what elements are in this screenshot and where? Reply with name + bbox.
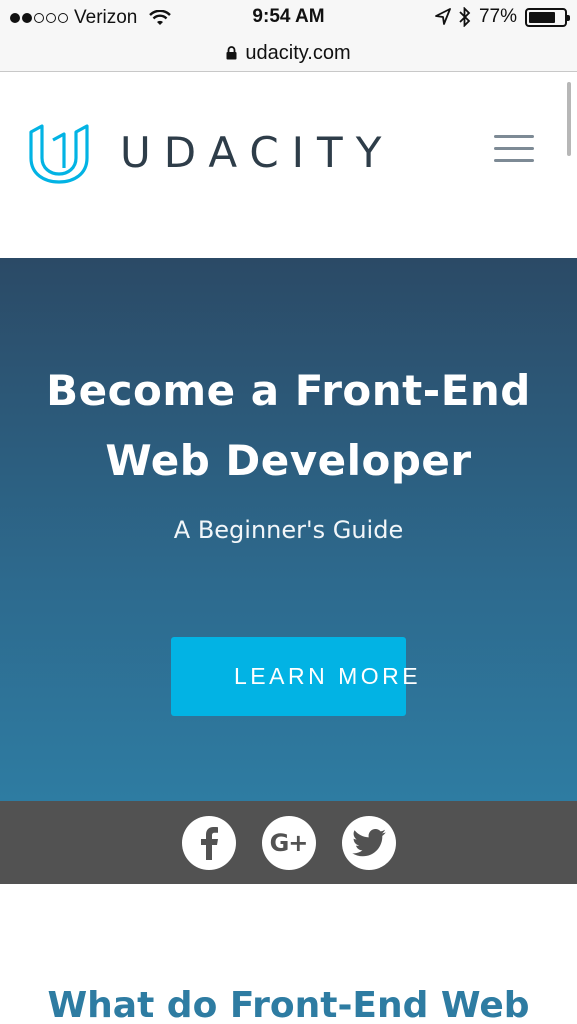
social-share-bar: G+ bbox=[0, 801, 577, 884]
google-plus-text: G+ bbox=[269, 828, 309, 857]
location-arrow-icon bbox=[435, 8, 451, 25]
facebook-icon[interactable] bbox=[181, 815, 236, 870]
section-heading: What do Front-End Web bbox=[47, 985, 530, 1024]
status-bar: Verizon 9:54 AM 77% bbox=[0, 0, 577, 36]
address-bar[interactable]: udacity.com bbox=[0, 36, 577, 72]
url-text: udacity.com bbox=[245, 42, 351, 64]
google-plus-icon[interactable]: G+ bbox=[261, 815, 316, 870]
bluetooth-icon bbox=[459, 7, 471, 27]
scrollbar[interactable] bbox=[567, 82, 571, 156]
hero-subtitle: A Beginner's Guide bbox=[173, 516, 404, 544]
hero-title-line2: Web Developer bbox=[105, 436, 472, 485]
logo-text: UDACITY bbox=[120, 127, 395, 177]
learn-more-button[interactable]: LEARN MORE bbox=[171, 637, 418, 716]
hero-banner: Become a Front-End Web Developer A Begin… bbox=[0, 258, 577, 801]
learn-more-label: LEARN MORE bbox=[234, 663, 422, 689]
hero-title-line1: Become a Front-End bbox=[46, 366, 531, 415]
lock-icon bbox=[226, 45, 237, 59]
status-right: 77% bbox=[435, 6, 570, 28]
site-header: UDACITY bbox=[0, 72, 577, 258]
udacity-logo-icon bbox=[29, 124, 89, 184]
battery-icon bbox=[525, 7, 570, 27]
hero-title: Become a Front-End Web Developer bbox=[0, 356, 577, 496]
twitter-icon[interactable] bbox=[341, 815, 396, 870]
udacity-logo[interactable]: UDACITY bbox=[26, 120, 394, 184]
battery-percent: 77% bbox=[478, 6, 517, 27]
battery-level bbox=[529, 11, 556, 23]
hamburger-menu-icon[interactable] bbox=[494, 135, 534, 163]
